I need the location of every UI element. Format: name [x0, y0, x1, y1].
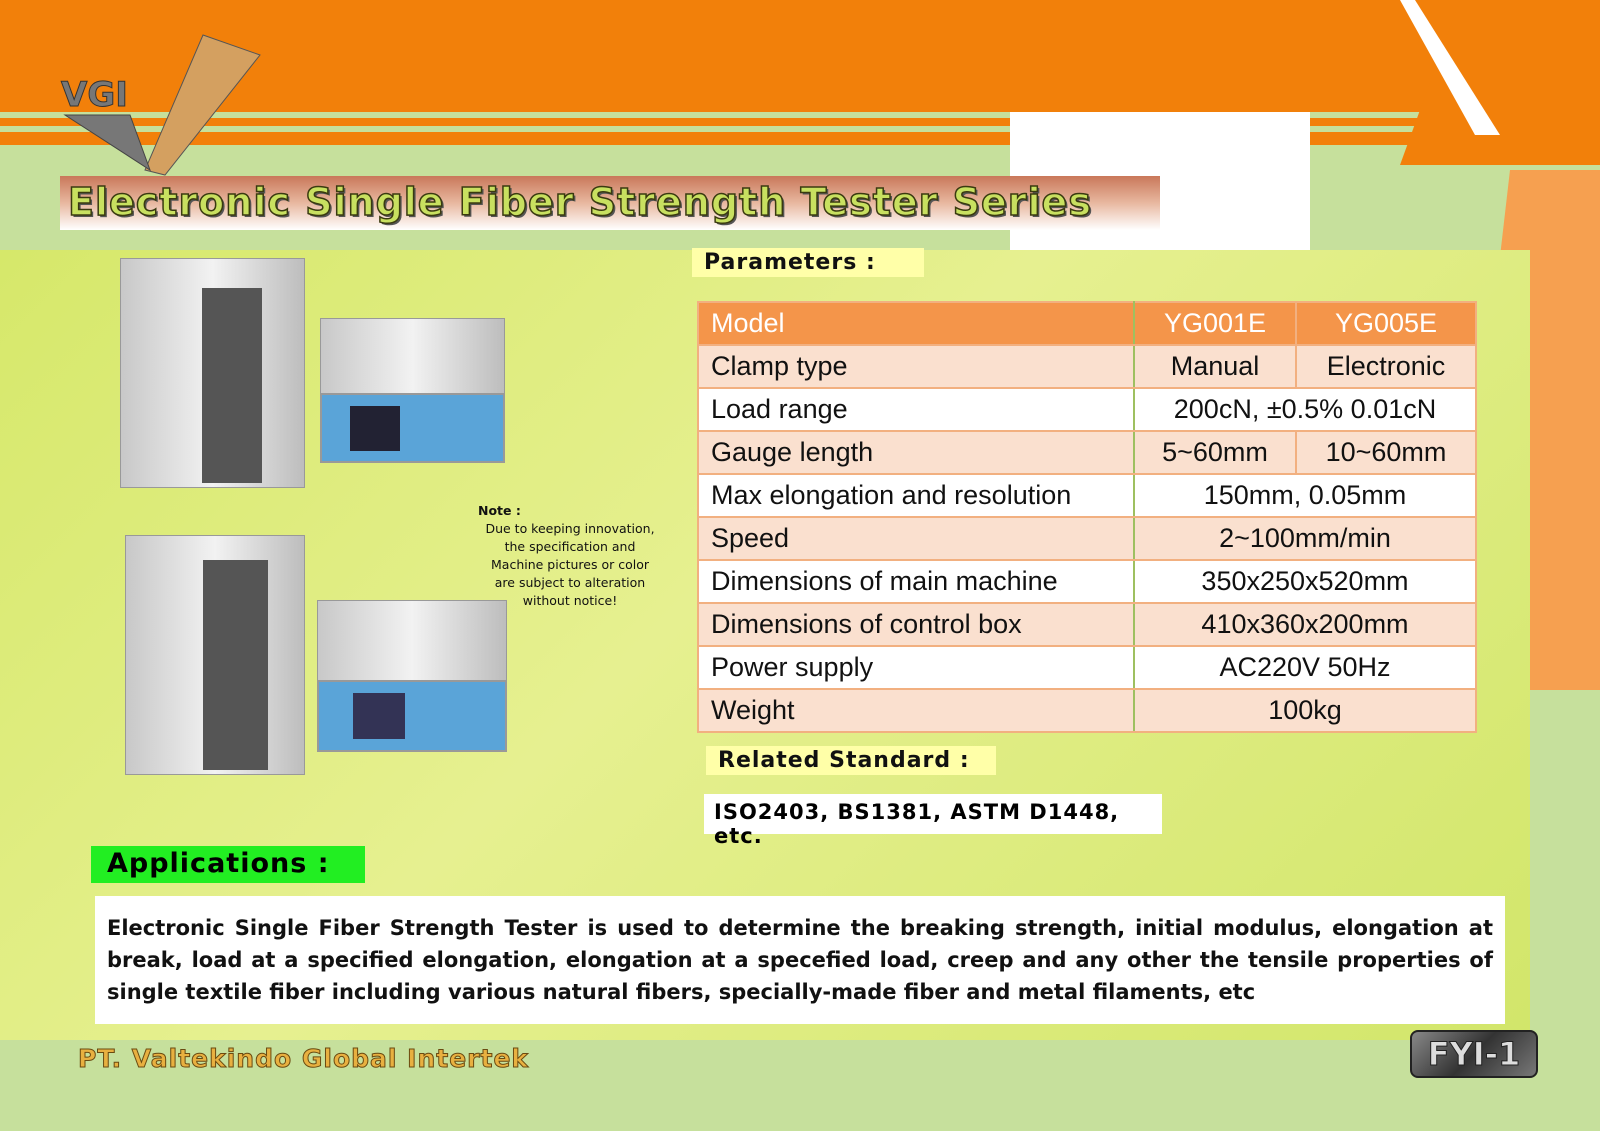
company-name: PT. Valtekindo Global Intertek [77, 1044, 530, 1074]
cell: 350x250x520mm [1133, 559, 1477, 604]
page-badge: FYI-1 [1410, 1030, 1538, 1078]
machine-image-yg001e [120, 258, 520, 508]
note: Note : Due to keeping innovation, the sp… [470, 502, 670, 610]
table-row: Clamp type Manual Electronic [697, 344, 1477, 389]
row-label: Dimensions of main machine [697, 559, 1135, 604]
table-row: Dimensions of main machine 350x250x520mm [697, 559, 1477, 604]
cell: 200cN, ±0.5% 0.01cN [1133, 387, 1477, 432]
parameters-table: Model YG001E YG005E Clamp type Manual Electr… [697, 301, 1477, 733]
header-yg005e: YG005E [1295, 301, 1477, 346]
table-header-row: Model YG001E YG005E [697, 301, 1477, 346]
applications-heading: Applications : [91, 846, 365, 883]
machine-image-yg005e [125, 535, 525, 785]
cell: AC220V 50Hz [1133, 645, 1477, 690]
table-row: Gauge length 5~60mm 10~60mm [697, 430, 1477, 475]
note-line: Due to keeping innovation, [485, 521, 655, 536]
row-label: Dimensions of control box [697, 602, 1135, 647]
title-text: Electronic Single Fiber Strength Tester … [67, 179, 1092, 225]
row-label: Clamp type [697, 344, 1135, 389]
row-label: Weight [697, 688, 1135, 733]
row-label: Max elongation and resolution [697, 473, 1135, 518]
cell: 10~60mm [1295, 430, 1477, 475]
cell: 100kg [1133, 688, 1477, 733]
parameters-heading: Parameters : [692, 248, 924, 277]
table-row: Weight 100kg [697, 688, 1477, 733]
note-line: the specification and [504, 539, 636, 554]
note-line: are subject to alteration [494, 575, 646, 590]
table-row: Load range 200cN, ±0.5% 0.01cN [697, 387, 1477, 432]
table-row: Power supply AC220V 50Hz [697, 645, 1477, 690]
cell: 150mm, 0.05mm [1133, 473, 1477, 518]
row-label: Power supply [697, 645, 1135, 690]
cell: 2~100mm/min [1133, 516, 1477, 561]
applications-text: Electronic Single Fiber Strength Tester … [95, 896, 1505, 1024]
page-title: Electronic Single Fiber Strength Tester … [60, 176, 1160, 230]
standard-heading: Related Standard : [706, 746, 996, 775]
note-heading: Note : [478, 503, 521, 518]
header-model: Model [697, 301, 1135, 346]
row-label: Load range [697, 387, 1135, 432]
note-line: Machine pictures or color [491, 557, 649, 572]
table-row: Max elongation and resolution 150mm, 0.05… [697, 473, 1477, 518]
row-label: Speed [697, 516, 1135, 561]
header-yg001e: YG001E [1133, 301, 1297, 346]
table-row: Dimensions of control box 410x360x200mm [697, 602, 1477, 647]
cell: Electronic [1295, 344, 1477, 389]
table-row: Speed 2~100mm/min [697, 516, 1477, 561]
cell: 5~60mm [1133, 430, 1297, 475]
note-line: without notice! [522, 593, 618, 608]
cell: 410x360x200mm [1133, 602, 1477, 647]
logo-text: VGI [61, 75, 129, 116]
standard-value: ISO2403, BS1381, ASTM D1448, etc. [704, 794, 1162, 848]
vgi-logo: VGI [55, 30, 265, 180]
row-label: Gauge length [697, 430, 1135, 475]
cell: Manual [1133, 344, 1297, 389]
